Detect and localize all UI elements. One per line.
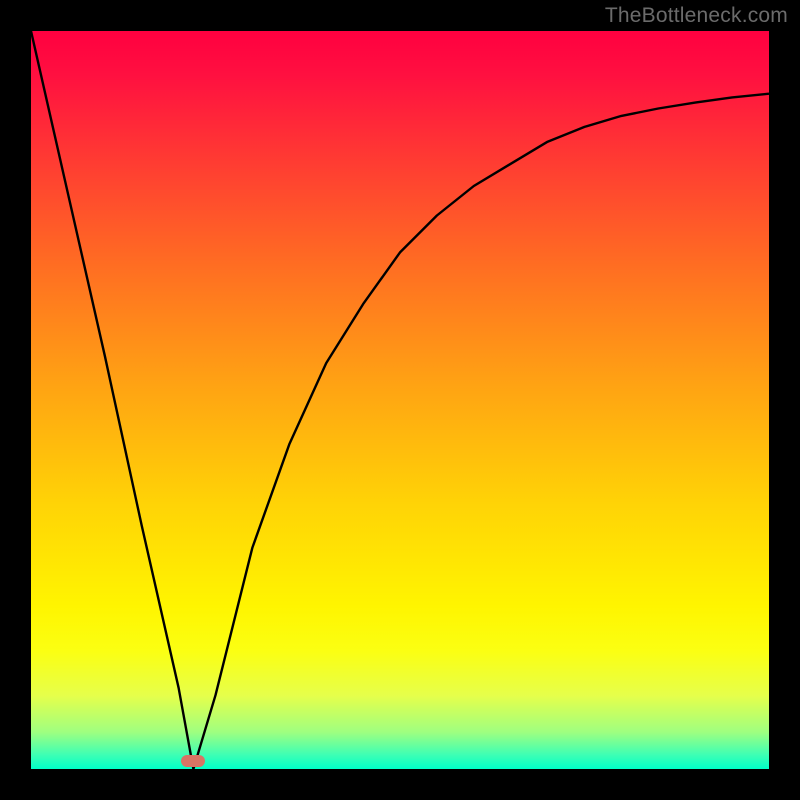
current-point-marker [181,755,205,767]
watermark-text: TheBottleneck.com [605,4,788,28]
plot-area [31,31,769,769]
curve-path [31,31,769,769]
bottleneck-curve [31,31,769,769]
chart-frame: TheBottleneck.com [0,0,800,800]
